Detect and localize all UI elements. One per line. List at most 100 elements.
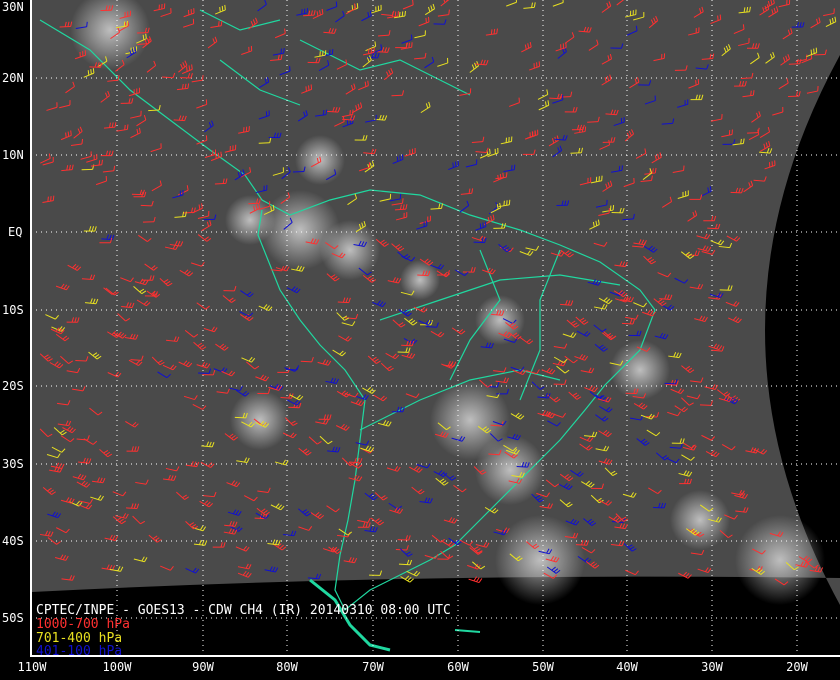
wind-barb-feather: [399, 11, 401, 17]
lon-label: 70W: [362, 660, 384, 674]
wind-barb-feather: [452, 162, 454, 168]
wind-barb-feather: [218, 21, 220, 27]
wind-barb-feather: [325, 109, 328, 115]
wind-barb-feather: [92, 68, 95, 74]
wind-barb-feather: [401, 11, 404, 17]
wind-barb-feather: [404, 10, 406, 17]
wind-barb-feather: [322, 109, 325, 116]
lon-label: 80W: [276, 660, 298, 674]
wind-barb-shaft: [549, 97, 561, 100]
wind-barb-feather: [502, 172, 504, 178]
lon-label: 90W: [192, 660, 214, 674]
wind-barb-feather: [448, 9, 450, 15]
wind-barb-feather: [750, 90, 752, 96]
wind-barb-shaft: [248, 202, 260, 205]
lat-label: 20N: [2, 71, 24, 85]
map-canvas: [30, 0, 840, 657]
lat-label: 30N: [2, 0, 24, 14]
lat-label: 50S: [2, 611, 24, 625]
wind-barb-feather: [581, 126, 584, 133]
wind-barb-shaft: [148, 109, 160, 112]
wind-barb-feather: [50, 196, 52, 202]
lat-label: 30S: [2, 457, 24, 471]
wind-barb-shaft: [391, 94, 403, 97]
wind-barb-feather: [126, 124, 129, 130]
lat-label: 10N: [2, 148, 24, 162]
wind-barb-feather: [191, 64, 193, 70]
wind-barb-feather: [402, 198, 404, 204]
wind-barb-shaft: [699, 404, 711, 406]
cloud: [230, 390, 290, 450]
cloud: [495, 515, 585, 605]
lon-label: 110W: [17, 660, 47, 674]
wind-barb-feather: [101, 159, 103, 165]
wind-barb-feather: [579, 127, 581, 133]
wind-barb-shaft: [621, 322, 633, 325]
wind-barb-feather: [70, 130, 72, 136]
wind-barb-shaft: [740, 77, 752, 79]
wind-barb-feather: [284, 28, 286, 34]
wind-barb-shaft: [473, 241, 485, 244]
wind-barb-shaft: [398, 563, 410, 566]
wind-barb-feather: [87, 70, 90, 76]
wind-barb-feather: [478, 578, 483, 583]
wind-barb-feather: [742, 138, 745, 144]
wind-barb-feather: [740, 138, 742, 144]
wind-barb-feather: [124, 124, 126, 130]
wind-barb-feather: [224, 4, 226, 10]
lat-label: 10S: [2, 303, 24, 317]
wind-barb-feather: [81, 138, 84, 145]
lon-label: 60W: [447, 660, 469, 674]
wind-barb-shaft: [162, 76, 174, 79]
wind-barb-feather: [65, 132, 67, 138]
wind-barb-feather: [493, 28, 496, 35]
lat-label: 40S: [2, 534, 24, 548]
wind-barb-feather: [457, 160, 460, 166]
wind-barb-feather: [396, 156, 399, 162]
wind-barb-shaft: [707, 227, 719, 230]
cloud: [475, 435, 545, 505]
wind-barb-feather: [476, 577, 480, 582]
wind-barb-feather: [489, 148, 491, 154]
wind-barb-feather: [221, 5, 224, 12]
wind-barb-feather: [188, 65, 191, 71]
wind-barb-shaft: [664, 382, 676, 385]
wind-barb-feather: [584, 126, 587, 132]
wind-barb-shaft: [686, 254, 698, 257]
wind-barb-feather: [742, 24, 745, 30]
wind-barb-shaft: [300, 360, 312, 363]
wind-barb-shaft: [397, 539, 409, 541]
wind-barb-shaft: [75, 359, 87, 362]
legend-low-level: 1000-700 hPa: [36, 617, 130, 632]
wind-barb-feather: [374, 41, 377, 47]
wind-barb-feather: [123, 21, 126, 27]
wind-barb-feather: [47, 196, 49, 202]
wind-barb-shaft: [587, 121, 599, 123]
legend-high-level: 401-100 hPa: [36, 644, 123, 659]
wind-barb-feather: [367, 80, 369, 86]
lat-label: EQ: [8, 225, 23, 239]
wind-barb-feather: [412, 0, 414, 5]
wind-barb-feather: [496, 28, 498, 34]
wind-barb-feather: [126, 20, 128, 27]
lon-label: 30W: [701, 660, 723, 674]
satellite-wind-map: 30N 20N 10N EQ 10S 20S 30S 40S 50S 110W …: [0, 0, 840, 680]
wind-barb-feather: [409, 578, 414, 583]
wind-barb-feather: [67, 131, 70, 137]
lon-label: 100W: [102, 660, 132, 674]
lon-label: 50W: [532, 660, 554, 674]
wind-barb-shaft: [570, 152, 582, 154]
wind-barb-feather: [719, 14, 722, 20]
wind-barb-feather: [717, 15, 719, 21]
wind-barb-feather: [220, 20, 223, 26]
cloud: [320, 220, 380, 280]
wind-barb-feather: [695, 80, 697, 86]
lat-label: 20S: [2, 379, 24, 393]
wind-barb-feather: [90, 69, 92, 75]
lon-label: 20W: [786, 660, 808, 674]
wind-barb-feather: [86, 21, 88, 27]
wind-barb-feather: [186, 66, 188, 72]
cloud: [475, 295, 525, 345]
wind-barb-feather: [697, 79, 700, 85]
wind-barb-feather: [490, 29, 493, 35]
